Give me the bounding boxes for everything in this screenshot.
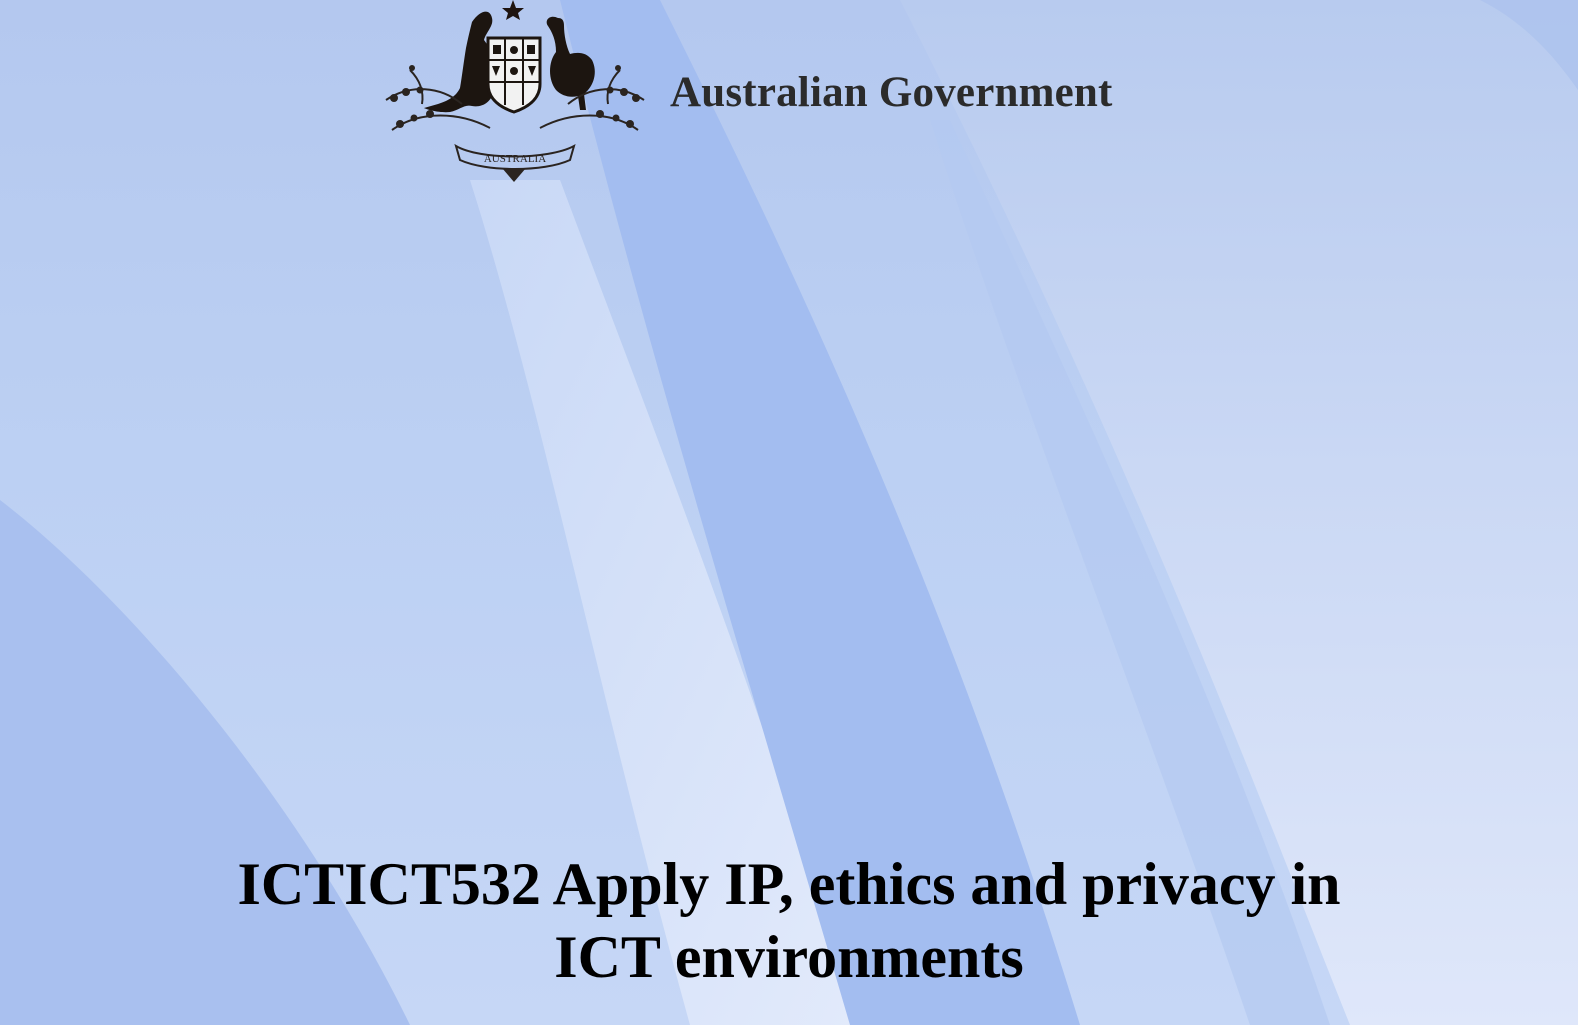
header: AUSTRALIA Australian Government [380, 0, 1200, 190]
kangaroo-icon [424, 11, 496, 113]
coat-of-arms-logo: AUSTRALIA [385, 0, 645, 182]
title-line-2: ICT environments [554, 924, 1024, 990]
document-title: ICTICT532 Apply IP, ethics and privacy i… [0, 848, 1578, 994]
title-line-1: ICTICT532 Apply IP, ethics and privacy i… [237, 851, 1341, 917]
emu-icon [546, 16, 595, 110]
cover-page: AUSTRALIA Australian Government ICTICT53… [0, 0, 1578, 1025]
government-name: Australian Government [670, 69, 1113, 116]
star-icon [502, 0, 524, 20]
svg-text:AUSTRALIA: AUSTRALIA [484, 153, 546, 165]
